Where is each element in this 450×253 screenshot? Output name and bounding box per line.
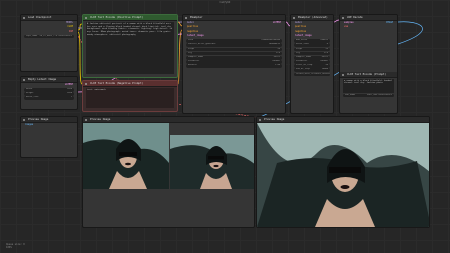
widget-label: sampler_name: [296, 55, 312, 58]
portrait-svg: [170, 135, 254, 189]
widget-value: 0: [326, 43, 328, 46]
negative-prompt-text[interactable]: text, watermark: [86, 88, 174, 108]
node-preview-image-1[interactable]: Preview Image images: [20, 116, 78, 158]
widget-value: 20: [277, 47, 280, 50]
node-load-checkpoint[interactable]: Load Checkpoint MODEL CLIP VAE ckpt_name…: [20, 14, 78, 72]
widget-label: cfg: [188, 51, 192, 54]
output-vae[interactable]: VAE: [21, 30, 77, 34]
widget-value: 156680208700286: [261, 39, 280, 42]
refiner-widgets: add_noise enable noise_seed 0 steps 25 cfg 8.0 s…: [291, 39, 333, 77]
preview-image-left[interactable]: [83, 123, 169, 189]
widget-value: 8.0: [324, 51, 328, 54]
widget-label: add_noise: [296, 39, 308, 42]
widget-sampler-name[interactable]: sampler_name euler: [186, 55, 282, 60]
widget-label: control_after_generate: [188, 43, 216, 46]
prompt2-text[interactable]: a woman with a black blindfold, hooded s…: [343, 78, 394, 93]
input-images[interactable]: images: [21, 123, 77, 127]
widget-control-after-generate[interactable]: control_after_generate randomize: [186, 43, 282, 47]
prompt2-title: CLIP Text Encode (Prompt): [340, 71, 397, 78]
widget-cfg[interactable]: cfg 8.0: [294, 51, 330, 56]
widget-scheduler[interactable]: scheduler normal: [186, 60, 282, 64]
widget-value: randomize: [268, 43, 280, 46]
widget-value: 8.0: [276, 51, 280, 54]
ksampler-widgets: seed 156680208700286 control_after_generat…: [183, 39, 285, 68]
node-ksampler-advanced[interactable]: KSampler (Advanced) model positive negat…: [290, 14, 334, 114]
widget-denoise[interactable]: denoise 1.00: [186, 64, 282, 68]
node-title: CLIP Text Encode (Positive Prompt): [83, 15, 177, 21]
widget-value: enable: [320, 39, 328, 42]
widget-cfg[interactable]: cfg 8.0: [186, 51, 282, 56]
node-ksampler[interactable]: KSampler model LATENT positive negative l…: [182, 14, 286, 114]
input-vae[interactable]: vae: [340, 25, 397, 29]
widget-label: start_at_step: [296, 64, 313, 67]
node-preview-batch[interactable]: Preview Image: [82, 116, 255, 228]
zoom-level: 100%: [6, 245, 12, 249]
window-title: ComfyUI: [219, 1, 231, 4]
widget-label: noise_seed: [296, 43, 309, 46]
widget-label: seed: [188, 39, 194, 42]
node-vae-decode[interactable]: VAE Decode samples IMAGE vae CLIP Text En…: [339, 14, 398, 114]
node-preview-image-2[interactable]: Preview Image: [256, 116, 430, 228]
widget-label: sampler_name: [188, 55, 204, 58]
widget-scheduler[interactable]: scheduler normal: [294, 60, 330, 64]
positive-prompt-text[interactable]: A fashion editorial portrait of a woman …: [86, 22, 174, 74]
widget-value: 10000: [321, 68, 328, 71]
input-latent[interactable]: latent_image: [291, 34, 333, 38]
widget-steps[interactable]: steps 20: [186, 47, 282, 52]
widget-value: normal: [320, 60, 328, 63]
widget-label: steps: [296, 47, 303, 50]
node-title: CLIP Text Encode (Negative Prompt): [83, 81, 177, 87]
widget-end-at-step[interactable]: end_at_step 10000: [294, 68, 330, 73]
height-widget[interactable]: height 1024: [24, 92, 74, 96]
widget-return-with-leftover-noise[interactable]: return_with_leftover_noisedisable: [294, 72, 330, 77]
widget-label: denoise: [188, 64, 197, 67]
input-latent[interactable]: latent_image: [183, 34, 285, 38]
widget-start-at-step[interactable]: start_at_step 20: [294, 64, 330, 68]
node-positive-prompt[interactable]: CLIP Text Encode (Positive Prompt) A fas…: [82, 14, 178, 78]
decode-spacer: [340, 30, 397, 70]
widget-label: scheduler: [188, 60, 200, 63]
widget-add-noise[interactable]: add_noise enable: [294, 39, 330, 43]
batch-widget[interactable]: batch_size 1: [24, 96, 74, 100]
widget-label: scheduler: [296, 60, 308, 63]
widget-sampler-name[interactable]: sampler_name euler: [294, 55, 330, 60]
vae-name-widget[interactable]: vae_name sdxl_vae.safetensors: [343, 93, 394, 98]
widget-label: cfg: [296, 51, 300, 54]
node-canvas[interactable]: ComfyUI Load Checkpoint MODEL CLIP VAE c…: [0, 0, 450, 253]
portrait-svg: [257, 123, 429, 227]
status-bar: Queue size: 0 100%: [6, 243, 25, 249]
widget-seed[interactable]: seed 156680208700286: [186, 39, 282, 43]
preview-image-right[interactable]: [170, 135, 254, 189]
widget-value: euler: [321, 55, 328, 58]
widget-value: normal: [272, 60, 280, 63]
widget-noise-seed[interactable]: noise_seed 0: [294, 43, 330, 47]
ckpt-name-widget[interactable]: ckpt_name sd_xl_base_1.0.safetensors: [24, 34, 74, 39]
widget-value: 25: [325, 47, 328, 50]
portrait-svg: [83, 123, 169, 189]
widget-value: euler: [273, 55, 280, 58]
widget-value: disable: [329, 73, 330, 77]
node-negative-prompt[interactable]: CLIP Text Encode (Negative Prompt) text,…: [82, 80, 178, 112]
widget-value: 1.00: [274, 64, 280, 67]
node-empty-latent[interactable]: Empty Latent Image LATENT width 1024 heig…: [20, 76, 78, 110]
widget-steps[interactable]: steps 25: [294, 47, 330, 52]
widget-label: steps: [188, 47, 195, 50]
widget-label: end_at_step: [296, 68, 310, 71]
preview-image-large[interactable]: [257, 123, 429, 227]
widget-value: 20: [325, 64, 328, 67]
width-widget[interactable]: width 1024: [24, 87, 74, 92]
output-latent[interactable]: LATENT: [21, 83, 77, 87]
widget-label: return_with_leftover_noise: [296, 72, 329, 75]
